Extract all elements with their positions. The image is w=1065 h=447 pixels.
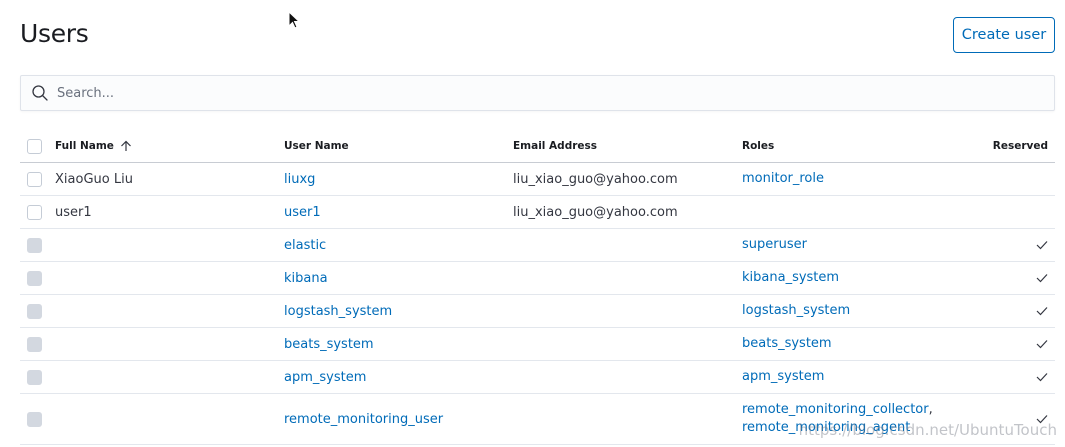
arrow-up-icon	[120, 140, 132, 152]
user-name-link[interactable]: beats_system	[284, 337, 374, 352]
row-checkbox[interactable]	[27, 204, 42, 220]
user-name-link[interactable]: user1	[284, 205, 321, 220]
row-checkbox[interactable]	[27, 171, 42, 187]
role-separator: ,	[928, 402, 933, 417]
mouse-pointer-icon	[288, 10, 301, 33]
row-checkbox-disabled	[27, 270, 42, 286]
column-header-label: Full Name	[55, 140, 114, 152]
search-bar[interactable]	[20, 75, 1055, 111]
full-name-cell: XiaoGuo Liu	[55, 171, 133, 187]
email-cell: liu_xiao_guo@yahoo.com	[513, 171, 678, 187]
role-link[interactable]: kibana_system	[742, 269, 839, 287]
user-name-link[interactable]: liuxg	[284, 172, 315, 187]
role-link[interactable]: beats_system	[742, 335, 832, 353]
table-row: apm_system apm_system	[20, 361, 1055, 394]
check-icon	[1036, 339, 1048, 349]
table-row: beats_system beats_system	[20, 328, 1055, 361]
row-checkbox-disabled	[27, 303, 42, 319]
users-page: Users Create user Full Name	[0, 0, 1065, 447]
role-link[interactable]: superuser	[742, 236, 807, 254]
row-checkbox-disabled	[27, 411, 42, 427]
create-user-button[interactable]: Create user	[953, 17, 1055, 53]
users-table: Full Name User Name Email Address Roles …	[20, 130, 1055, 445]
column-header-full-name[interactable]: Full Name	[55, 130, 132, 162]
column-header-reserved: Reserved	[992, 140, 1048, 152]
table-row: kibana kibana_system	[20, 262, 1055, 295]
full-name-cell: user1	[55, 204, 92, 220]
role-link[interactable]: monitor_role	[742, 170, 824, 188]
table-row: elastic superuser	[20, 229, 1055, 262]
select-all-checkbox[interactable]	[27, 138, 42, 154]
search-input[interactable]	[57, 85, 1017, 101]
check-icon	[1036, 240, 1048, 250]
user-name-link[interactable]: logstash_system	[284, 304, 392, 319]
table-row: logstash_system logstash_system	[20, 295, 1055, 328]
search-icon	[31, 84, 49, 102]
watermark: https://blog.csdn.net/UbuntuTouch	[798, 421, 1057, 439]
user-name-link[interactable]: apm_system	[284, 370, 366, 385]
table-row: XiaoGuo Liu liuxg liu_xiao_guo@yahoo.com…	[20, 163, 1055, 196]
role-link[interactable]: logstash_system	[742, 302, 850, 320]
row-checkbox-disabled	[27, 336, 42, 352]
check-icon	[1036, 372, 1048, 382]
column-header-label: Roles	[742, 140, 775, 152]
table-header: Full Name User Name Email Address Roles …	[20, 130, 1055, 163]
user-name-link[interactable]: remote_monitoring_user	[284, 412, 443, 427]
user-name-link[interactable]: kibana	[284, 271, 328, 286]
page-title: Users	[20, 19, 89, 48]
check-icon	[1036, 306, 1048, 316]
table-row: user1 user1 liu_xiao_guo@yahoo.com	[20, 196, 1055, 229]
role-link[interactable]: apm_system	[742, 368, 824, 386]
row-checkbox-disabled	[27, 237, 42, 253]
check-icon	[1036, 273, 1048, 283]
email-cell: liu_xiao_guo@yahoo.com	[513, 204, 678, 220]
column-header-email[interactable]: Email Address	[513, 130, 597, 162]
role-link[interactable]: remote_monitoring_collector	[742, 402, 929, 417]
row-checkbox-disabled	[27, 369, 42, 385]
user-name-link[interactable]: elastic	[284, 238, 326, 253]
column-header-user-name[interactable]: User Name	[284, 130, 349, 162]
column-header-roles: Roles	[742, 130, 774, 162]
